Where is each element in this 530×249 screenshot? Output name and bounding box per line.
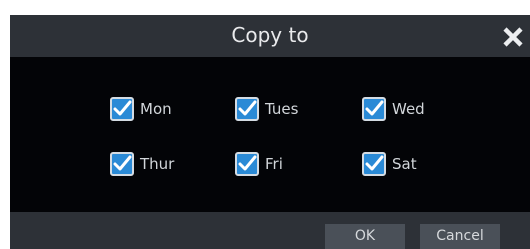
dialog-title: Copy to: [231, 23, 309, 47]
checked-checkbox-icon[interactable]: [362, 152, 386, 176]
checked-checkbox-icon[interactable]: [235, 152, 259, 176]
copy-to-dialog: Copy to Mon Tues Wed Thur Fri Sat OK Can…: [10, 15, 530, 249]
dialog-title-bar: Copy to: [10, 15, 530, 57]
dialog-body: Mon Tues Wed Thur Fri Sat: [10, 57, 530, 212]
day-label: Tues: [265, 100, 299, 118]
day-label: Thur: [140, 155, 175, 173]
day-checkbox-thur[interactable]: Thur: [110, 151, 174, 177]
checked-checkbox-icon[interactable]: [110, 97, 134, 121]
day-checkbox-tues[interactable]: Tues: [235, 96, 298, 122]
day-label: Sat: [392, 155, 417, 173]
day-checkbox-sat[interactable]: Sat: [362, 151, 417, 177]
dialog-footer: OK Cancel: [10, 212, 530, 249]
day-label: Mon: [140, 100, 172, 118]
day-checkbox-fri[interactable]: Fri: [235, 151, 283, 177]
checked-checkbox-icon[interactable]: [362, 97, 386, 121]
close-icon[interactable]: [502, 26, 524, 48]
day-checkbox-wed[interactable]: Wed: [362, 96, 425, 122]
day-label: Fri: [265, 155, 283, 173]
ok-button[interactable]: OK: [325, 224, 405, 249]
day-label: Wed: [392, 100, 425, 118]
cancel-button[interactable]: Cancel: [420, 224, 500, 249]
checked-checkbox-icon[interactable]: [110, 152, 134, 176]
checked-checkbox-icon[interactable]: [235, 97, 259, 121]
day-checkbox-mon[interactable]: Mon: [110, 96, 172, 122]
